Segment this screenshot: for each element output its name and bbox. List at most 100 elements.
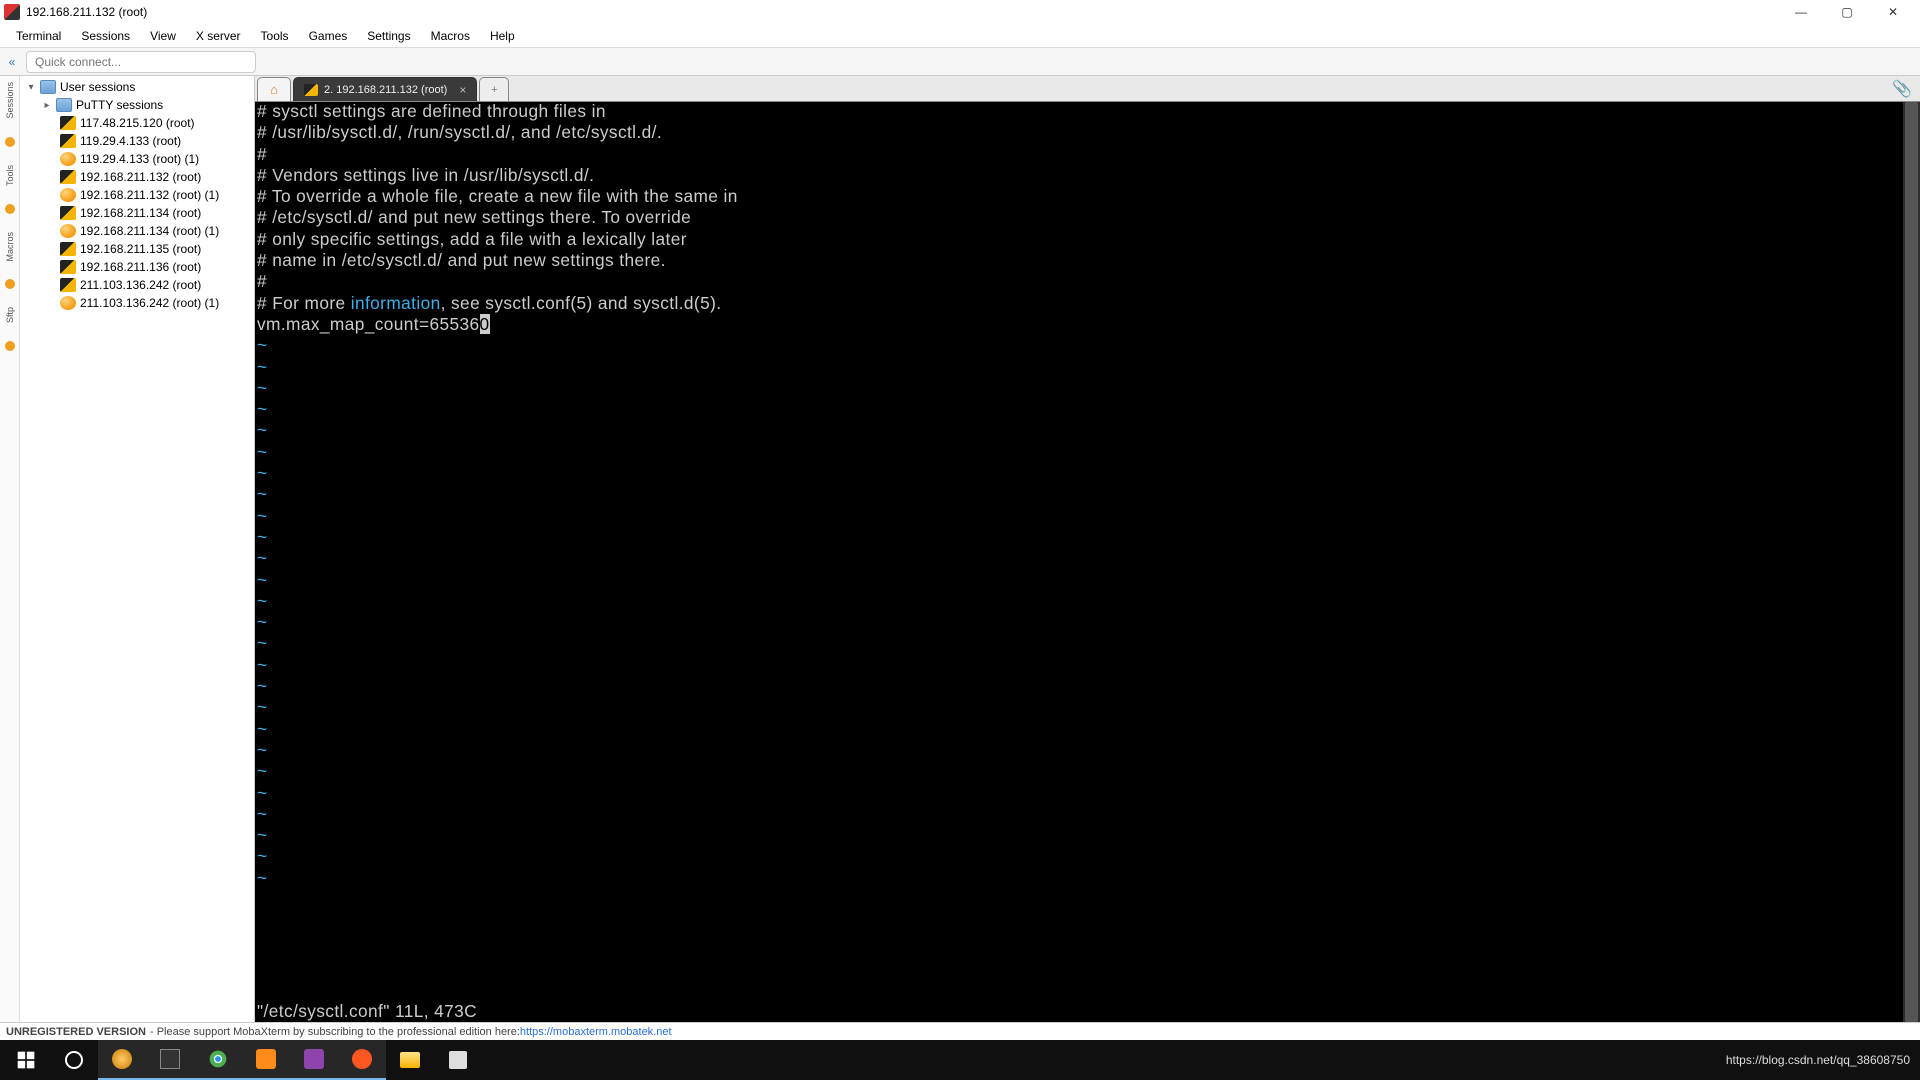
- menu-macros[interactable]: Macros: [421, 26, 480, 46]
- quick-connect-row: «: [0, 48, 1920, 76]
- taskbar-app[interactable]: [290, 1040, 338, 1080]
- minimize-button[interactable]: —: [1778, 0, 1824, 24]
- vim-tilde: ~: [257, 740, 268, 760]
- vim-tilde: ~: [257, 676, 268, 696]
- tree-root[interactable]: ▾ User sessions: [20, 78, 254, 96]
- collapse-icon[interactable]: ▾: [26, 82, 36, 93]
- home-icon: ⌂: [270, 82, 278, 97]
- terminal-icon: [60, 206, 76, 220]
- session-item[interactable]: 119.29.4.133 (root) (1): [20, 150, 254, 168]
- menu-settings[interactable]: Settings: [357, 26, 420, 46]
- session-label: 192.168.211.132 (root) (1): [80, 188, 219, 202]
- terminal-line: # /etc/sysctl.d/ and put new settings th…: [257, 207, 691, 227]
- session-item[interactable]: 192.168.211.136 (root): [20, 258, 254, 276]
- collapse-sidebar-icon[interactable]: «: [0, 55, 24, 69]
- tab-strip: ⌂ 2. 192.168.211.132 (root) × + 📎: [255, 76, 1920, 102]
- app-icon: [304, 1049, 324, 1069]
- app-icon: [112, 1049, 132, 1069]
- vtab-dot-icon: [5, 204, 15, 214]
- session-label: 192.168.211.132 (root): [80, 170, 201, 184]
- globe-icon: [60, 152, 76, 166]
- start-button[interactable]: [2, 1040, 50, 1080]
- session-item[interactable]: 211.103.136.242 (root): [20, 276, 254, 294]
- taskbar-chrome[interactable]: [194, 1040, 242, 1080]
- vtab-macros[interactable]: Macros: [5, 230, 15, 264]
- circle-icon: [65, 1051, 83, 1069]
- menu-games[interactable]: Games: [299, 26, 358, 46]
- vertical-toolbar: Sessions Tools Macros Sftp: [0, 76, 20, 1022]
- session-label: 211.103.136.242 (root) (1): [80, 296, 219, 310]
- session-item[interactable]: 192.168.211.132 (root): [20, 168, 254, 186]
- vtab-sftp[interactable]: Sftp: [5, 305, 15, 325]
- taskbar-app[interactable]: [338, 1040, 386, 1080]
- menu-xserver[interactable]: X server: [186, 26, 251, 46]
- footer-bar: UNREGISTERED VERSION - Please support Mo…: [0, 1022, 1920, 1040]
- terminal-icon: [60, 278, 76, 292]
- terminal-icon: [60, 134, 76, 148]
- session-label: 192.168.211.136 (root): [80, 260, 201, 274]
- windows-icon: [16, 1050, 36, 1070]
- vim-tilde: ~: [257, 591, 268, 611]
- vtab-dot-icon: [5, 137, 15, 147]
- tab-new[interactable]: +: [479, 77, 509, 101]
- session-item[interactable]: 192.168.211.134 (root) (1): [20, 222, 254, 240]
- taskbar-app[interactable]: [434, 1040, 482, 1080]
- quick-connect-input[interactable]: [26, 51, 256, 73]
- tab-close-icon[interactable]: ×: [459, 83, 466, 97]
- tab-home[interactable]: ⌂: [257, 77, 291, 101]
- menu-sessions[interactable]: Sessions: [71, 26, 140, 46]
- scrollbar-thumb[interactable]: [1905, 102, 1918, 1022]
- taskbar-explorer[interactable]: [386, 1040, 434, 1080]
- menu-bar: Terminal Sessions View X server Tools Ga…: [0, 24, 1920, 48]
- folder-icon: [400, 1052, 420, 1068]
- menu-help[interactable]: Help: [480, 26, 525, 46]
- cursor: 0: [480, 314, 490, 334]
- globe-icon: [60, 188, 76, 202]
- vim-tilde: ~: [257, 335, 268, 355]
- taskbar-app[interactable]: [242, 1040, 290, 1080]
- vim-tilde: ~: [257, 570, 268, 590]
- terminal-line: # /usr/lib/sysctl.d/, /run/sysctl.d/, an…: [257, 122, 662, 142]
- session-item[interactable]: 192.168.211.134 (root): [20, 204, 254, 222]
- terminal-line: # For more information, see sysctl.conf(…: [257, 293, 721, 313]
- session-label: 117.48.215.120 (root): [80, 116, 195, 130]
- terminal-line: # name in /etc/sysctl.d/ and put new set…: [257, 250, 666, 270]
- taskbar-app[interactable]: [98, 1040, 146, 1080]
- menu-tools[interactable]: Tools: [251, 26, 299, 46]
- vim-tilde: ~: [257, 378, 268, 398]
- session-item[interactable]: 211.103.136.242 (root) (1): [20, 294, 254, 312]
- menu-view[interactable]: View: [140, 26, 186, 46]
- session-item[interactable]: 119.29.4.133 (root): [20, 132, 254, 150]
- menu-terminal[interactable]: Terminal: [6, 26, 71, 46]
- terminal-line: # To override a whole file, create a new…: [257, 186, 738, 206]
- session-label: 192.168.211.134 (root) (1): [80, 224, 219, 238]
- tree-putty-label: PuTTY sessions: [76, 98, 163, 112]
- vim-tilde: ~: [257, 697, 268, 717]
- session-item[interactable]: 192.168.211.135 (root): [20, 240, 254, 258]
- main-area: Sessions Tools Macros Sftp ▾ User sessio…: [0, 76, 1920, 1022]
- app-icon: [160, 1049, 180, 1069]
- vim-status-line: "/etc/sysctl.conf" 11L, 473C: [257, 1002, 477, 1020]
- session-item[interactable]: 117.48.215.120 (root): [20, 114, 254, 132]
- terminal-scrollbar[interactable]: [1903, 102, 1920, 1022]
- vim-tilde: ~: [257, 761, 268, 781]
- session-label: 211.103.136.242 (root): [80, 278, 201, 292]
- terminal[interactable]: # sysctl settings are defined through fi…: [255, 102, 1920, 1022]
- tab-session-active[interactable]: 2. 192.168.211.132 (root) ×: [293, 77, 477, 101]
- vim-tilde: ~: [257, 719, 268, 739]
- close-button[interactable]: ✕: [1870, 0, 1916, 24]
- vim-tilde: ~: [257, 484, 268, 504]
- maximize-button[interactable]: ▢: [1824, 0, 1870, 24]
- tree-putty[interactable]: ▸ PuTTY sessions: [20, 96, 254, 114]
- chrome-icon: [208, 1049, 228, 1069]
- app-icon: [449, 1051, 467, 1069]
- session-item[interactable]: 192.168.211.132 (root) (1): [20, 186, 254, 204]
- footer-link[interactable]: https://mobaxterm.mobatek.net: [520, 1026, 672, 1038]
- vtab-tools[interactable]: Tools: [5, 163, 15, 188]
- vtab-sessions[interactable]: Sessions: [5, 80, 15, 121]
- taskbar-app[interactable]: [146, 1040, 194, 1080]
- attachment-icon[interactable]: 📎: [1892, 79, 1912, 99]
- cortana-button[interactable]: [50, 1040, 98, 1080]
- expand-icon[interactable]: ▸: [42, 100, 52, 111]
- windows-taskbar: https://blog.csdn.net/qq_38608750: [0, 1040, 1920, 1080]
